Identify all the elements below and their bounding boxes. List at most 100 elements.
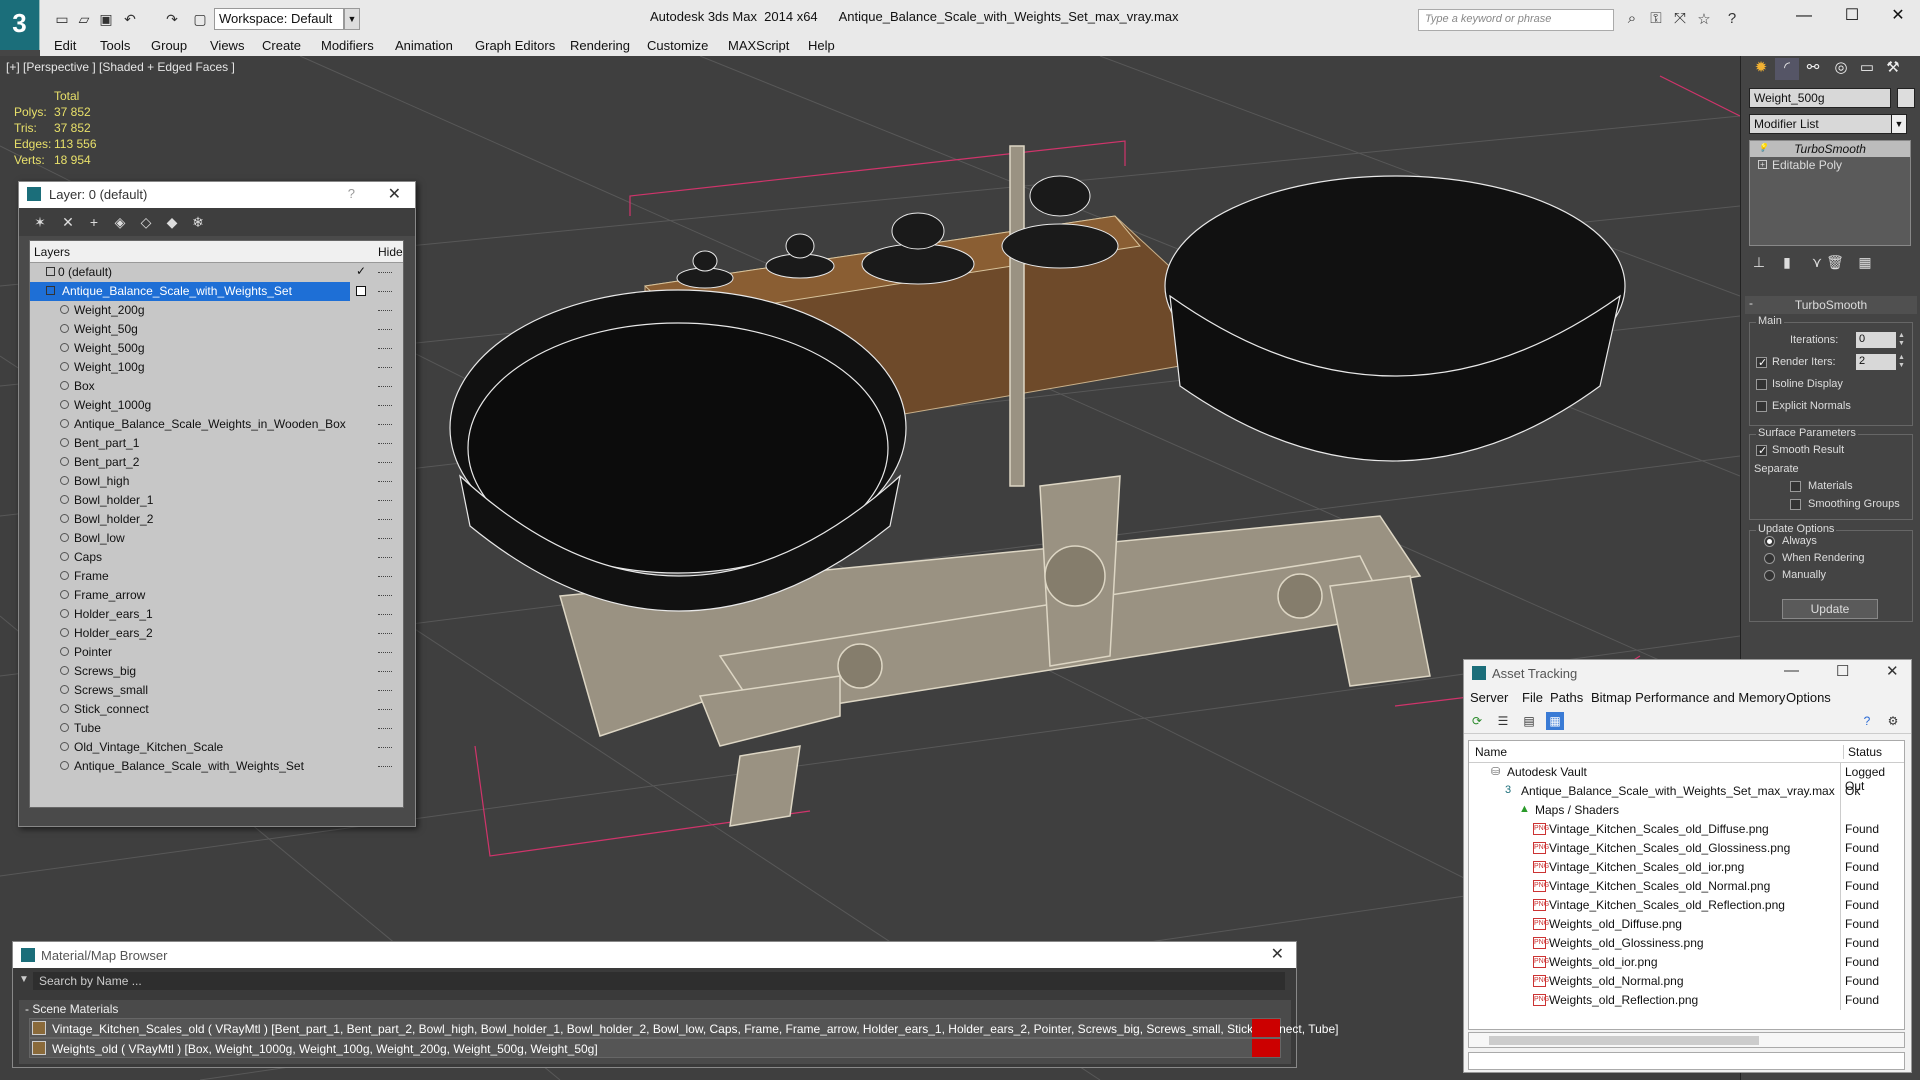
help-icon[interactable]: ? xyxy=(1858,712,1876,730)
hide-toggle[interactable] xyxy=(378,367,392,369)
close-button[interactable]: ✕ xyxy=(1878,4,1918,28)
chevron-down-icon[interactable]: ▼ xyxy=(19,974,29,985)
column-name[interactable]: Name xyxy=(1475,745,1507,759)
material-item[interactable]: Vintage_Kitchen_Scales_old ( VRayMtl ) [… xyxy=(29,1018,1338,1038)
menu-options[interactable]: Options xyxy=(1786,690,1831,705)
menu-help[interactable]: Help xyxy=(808,38,835,53)
layer-object-row[interactable]: Weight_100g xyxy=(30,358,403,377)
menu-edit[interactable]: Edit xyxy=(54,38,76,53)
app-logo[interactable]: 3 xyxy=(0,0,40,50)
scene-materials-group[interactable]: - Scene Materials xyxy=(19,1000,1291,1018)
hide-toggle[interactable] xyxy=(378,671,392,673)
table-view-icon[interactable]: ▦ xyxy=(1546,712,1564,730)
layer-object-row[interactable]: Weight_1000g xyxy=(30,396,403,415)
layer-object-row[interactable]: Antique_Balance_Scale_with_Weights_Set xyxy=(30,757,403,776)
list-view-icon[interactable]: ☰ xyxy=(1494,712,1512,730)
rollout-header[interactable]: - TurboSmooth xyxy=(1745,296,1917,314)
make-unique-icon[interactable]: ⋎ xyxy=(1807,254,1827,271)
asset-row[interactable]: PNG Weights_old_Diffuse.png Found xyxy=(1469,915,1904,934)
hide-toggle[interactable] xyxy=(378,538,392,540)
close-icon[interactable]: ✕ xyxy=(1271,944,1284,964)
create-tab-icon[interactable]: ✹ xyxy=(1749,58,1773,80)
hide-toggle[interactable] xyxy=(378,709,392,711)
explicit-normals-checkbox[interactable] xyxy=(1756,401,1767,412)
iterations-spinner[interactable]: 0 xyxy=(1856,332,1896,348)
minimize-icon[interactable]: — xyxy=(1784,662,1799,679)
set-current-checkbox[interactable] xyxy=(356,286,366,296)
close-icon[interactable]: ✕ xyxy=(388,184,401,204)
asset-row[interactable]: PNG Vintage_Kitchen_Scales_old_ior.png Fou… xyxy=(1469,858,1904,877)
column-status[interactable]: Status xyxy=(1843,745,1882,759)
help-icon[interactable]: ? xyxy=(348,186,355,201)
current-layer-icon[interactable]: ✓ xyxy=(356,264,366,278)
hide-toggle[interactable] xyxy=(378,500,392,502)
asset-row[interactable]: PNG Vintage_Kitchen_Scales_old_Reflection… xyxy=(1469,896,1904,915)
layer-object-row[interactable]: Bent_part_1 xyxy=(30,434,403,453)
hide-toggle[interactable] xyxy=(378,652,392,654)
hide-toggle[interactable] xyxy=(378,424,392,426)
new-file-icon[interactable]: ▭ xyxy=(52,10,72,28)
asset-row[interactable]: PNG Vintage_Kitchen_Scales_old_Glossiness… xyxy=(1469,839,1904,858)
close-icon[interactable]: ✕ xyxy=(1886,662,1899,680)
column-layers[interactable]: Layers xyxy=(34,245,70,259)
render-iters-spinner[interactable]: 2 xyxy=(1856,354,1896,370)
layer-object-row[interactable]: Bent_part_2 xyxy=(30,453,403,472)
maximize-icon[interactable]: ☐ xyxy=(1836,662,1849,680)
smoothing-groups-checkbox[interactable] xyxy=(1790,499,1801,510)
spinner-arrows-icon[interactable]: ▲ ▼ xyxy=(1898,332,1908,348)
layer-row[interactable]: 0 (default) ✓ xyxy=(30,263,403,282)
render-iters-checkbox[interactable] xyxy=(1756,352,1767,374)
remove-modifier-icon[interactable]: 🗑 xyxy=(1825,254,1845,271)
hide-toggle[interactable] xyxy=(378,348,392,350)
asset-row[interactable]: ▲ Maps / Shaders xyxy=(1469,801,1904,820)
layer-object-row[interactable]: Bowl_low xyxy=(30,529,403,548)
stack-item-editable-poly[interactable]: + Editable Poly xyxy=(1750,157,1910,173)
hide-toggle[interactable] xyxy=(378,519,392,521)
open-file-icon[interactable]: ▱ xyxy=(74,10,94,28)
hide-toggle[interactable] xyxy=(378,747,392,749)
layer-object-row[interactable]: Screws_big xyxy=(30,662,403,681)
horizontal-scrollbar[interactable] xyxy=(1468,1032,1905,1048)
menu-rendering[interactable]: Rendering xyxy=(570,38,630,53)
asset-row[interactable]: PNG Weights_old_Normal.png Found xyxy=(1469,972,1904,991)
exchange-icon[interactable]: ⤧ xyxy=(1670,10,1690,27)
hide-all-icon[interactable]: ◆ xyxy=(163,214,181,230)
binoculars-icon[interactable]: ⌕ xyxy=(1622,10,1642,27)
object-name-field[interactable]: Weight_500g xyxy=(1749,88,1891,108)
create-layer-icon[interactable]: ✶ xyxy=(31,214,49,230)
layer-object-row[interactable]: Frame xyxy=(30,567,403,586)
asset-row[interactable]: PNG Weights_old_ior.png Found xyxy=(1469,953,1904,972)
workspace-dropdown[interactable]: Workspace: Default xyxy=(214,8,344,30)
hide-toggle[interactable] xyxy=(378,386,392,388)
object-color-swatch[interactable] xyxy=(1897,88,1915,108)
layer-object-row[interactable]: Stick_connect xyxy=(30,700,403,719)
menu-animation[interactable]: Animation xyxy=(395,38,453,53)
hide-toggle[interactable] xyxy=(378,310,392,312)
maximize-button[interactable]: ☐ xyxy=(1832,4,1872,28)
layer-object-row[interactable]: Pointer xyxy=(30,643,403,662)
layer-object-row[interactable]: Frame_arrow xyxy=(30,586,403,605)
stack-item-turbosmooth[interactable]: 💡 TurboSmooth xyxy=(1750,141,1910,157)
show-end-result-icon[interactable]: ▮ xyxy=(1777,254,1797,271)
hierarchy-tab-icon[interactable]: ⚯ xyxy=(1801,58,1825,80)
search-input[interactable]: Type a keyword or phrase xyxy=(1418,9,1614,31)
key-icon[interactable]: ⚿ xyxy=(1646,10,1666,27)
menu-server[interactable]: Server xyxy=(1470,690,1508,705)
asset-row[interactable]: PNG Vintage_Kitchen_Scales_old_Diffuse.pn… xyxy=(1469,820,1904,839)
layer-object-row[interactable]: Screws_small xyxy=(30,681,403,700)
material-item[interactable]: Weights_old ( VRayMtl ) [Box, Weight_100… xyxy=(29,1038,1281,1058)
hide-toggle[interactable] xyxy=(378,633,392,635)
menu-views[interactable]: Views xyxy=(210,38,244,53)
layer-object-row[interactable]: Weight_50g xyxy=(30,320,403,339)
material-browser-titlebar[interactable]: Material/Map Browser ✕ xyxy=(13,942,1296,968)
asset-row[interactable]: PNG Weights_old_Reflection.png Found xyxy=(1469,991,1904,1010)
pin-stack-icon[interactable]: ⊥ xyxy=(1749,254,1769,271)
menu-maxscript[interactable]: MAXScript xyxy=(728,38,789,53)
material-search-input[interactable]: Search by Name ... xyxy=(33,972,1285,990)
menu-graph-editors[interactable]: Graph Editors xyxy=(475,38,555,53)
layer-object-row[interactable]: Bowl_holder_1 xyxy=(30,491,403,510)
undo-icon[interactable]: ↶ xyxy=(120,10,140,28)
layer-object-row[interactable]: Caps xyxy=(30,548,403,567)
display-tab-icon[interactable]: ▭ xyxy=(1855,58,1879,80)
layer-object-row[interactable]: Holder_ears_1 xyxy=(30,605,403,624)
